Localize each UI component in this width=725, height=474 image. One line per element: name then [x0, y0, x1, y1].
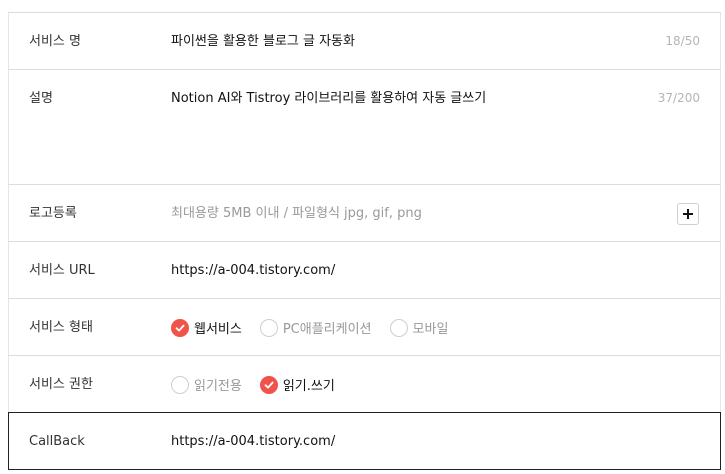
check-icon — [259, 375, 278, 394]
radio-empty-icon — [259, 318, 278, 337]
service-permission-label: 서비스 권한 — [29, 377, 93, 392]
radio-empty-icon — [389, 318, 408, 337]
callback-label: CallBack — [29, 434, 85, 449]
service-permission-radio-group: 읽기전용 읽기.쓰기 — [171, 356, 353, 413]
radio-label: PC애플리케이션 — [282, 322, 372, 337]
service-name-counter: 18/50 — [665, 34, 700, 48]
description-counter: 37/200 — [657, 91, 700, 105]
service-type-option-mobile[interactable]: 모바일 — [389, 318, 449, 337]
service-name-label: 서비스 명 — [29, 34, 81, 49]
service-url-label: 서비스 URL — [29, 263, 95, 278]
logo-label: 로고등록 — [29, 206, 77, 221]
callback-row: CallBack https://a-004.tistory.com/ — [8, 412, 721, 470]
radio-label: 읽기전용 — [194, 379, 242, 394]
permission-option-read-only[interactable]: 읽기전용 — [171, 375, 242, 394]
description-textarea[interactable]: Notion AI와 Tistroy 라이브러리를 활용하여 자동 글쓰기 — [171, 70, 486, 127]
plus-icon — [683, 209, 693, 219]
radio-label: 읽기.쓰기 — [282, 379, 335, 394]
service-url-input[interactable]: https://a-004.tistory.com/ — [171, 242, 335, 299]
permission-option-read-write[interactable]: 읽기.쓰기 — [259, 375, 335, 394]
service-name-row: 서비스 명 파이썬을 활용한 블로그 글 자동화 18/50 — [8, 13, 721, 70]
callback-input[interactable]: https://a-004.tistory.com/ — [171, 413, 335, 470]
check-icon — [171, 318, 189, 337]
logo-add-button[interactable] — [677, 203, 699, 225]
service-permission-row: 서비스 권한 읽기전용 읽기.쓰기 — [8, 356, 721, 413]
service-url-row: 서비스 URL https://a-004.tistory.com/ — [8, 242, 721, 299]
logo-row: 로고등록 최대용량 5MB 이내 / 파일형식 jpg, gif, png — [8, 185, 721, 242]
service-name-input[interactable]: 파이썬을 활용한 블로그 글 자동화 — [171, 13, 355, 70]
description-label: 설명 — [29, 91, 53, 106]
service-type-option-pc[interactable]: PC애플리케이션 — [259, 318, 372, 337]
description-row: 설명 Notion AI와 Tistroy 라이브러리를 활용하여 자동 글쓰기… — [8, 70, 721, 185]
radio-label: 웹서비스 — [194, 322, 242, 337]
radio-empty-icon — [171, 375, 189, 394]
logo-placeholder: 최대용량 5MB 이내 / 파일형식 jpg, gif, png — [171, 206, 422, 221]
radio-label: 모바일 — [412, 322, 449, 337]
service-type-row: 서비스 형태 웹서비스 PC애플리케이션 모바일 — [8, 299, 721, 356]
service-type-option-web[interactable]: 웹서비스 — [171, 318, 242, 337]
service-type-radio-group: 웹서비스 PC애플리케이션 모바일 — [171, 299, 466, 356]
app-registration-form: 서비스 명 파이썬을 활용한 블로그 글 자동화 18/50 설명 Notion… — [8, 12, 721, 470]
service-type-label: 서비스 형태 — [29, 320, 93, 335]
